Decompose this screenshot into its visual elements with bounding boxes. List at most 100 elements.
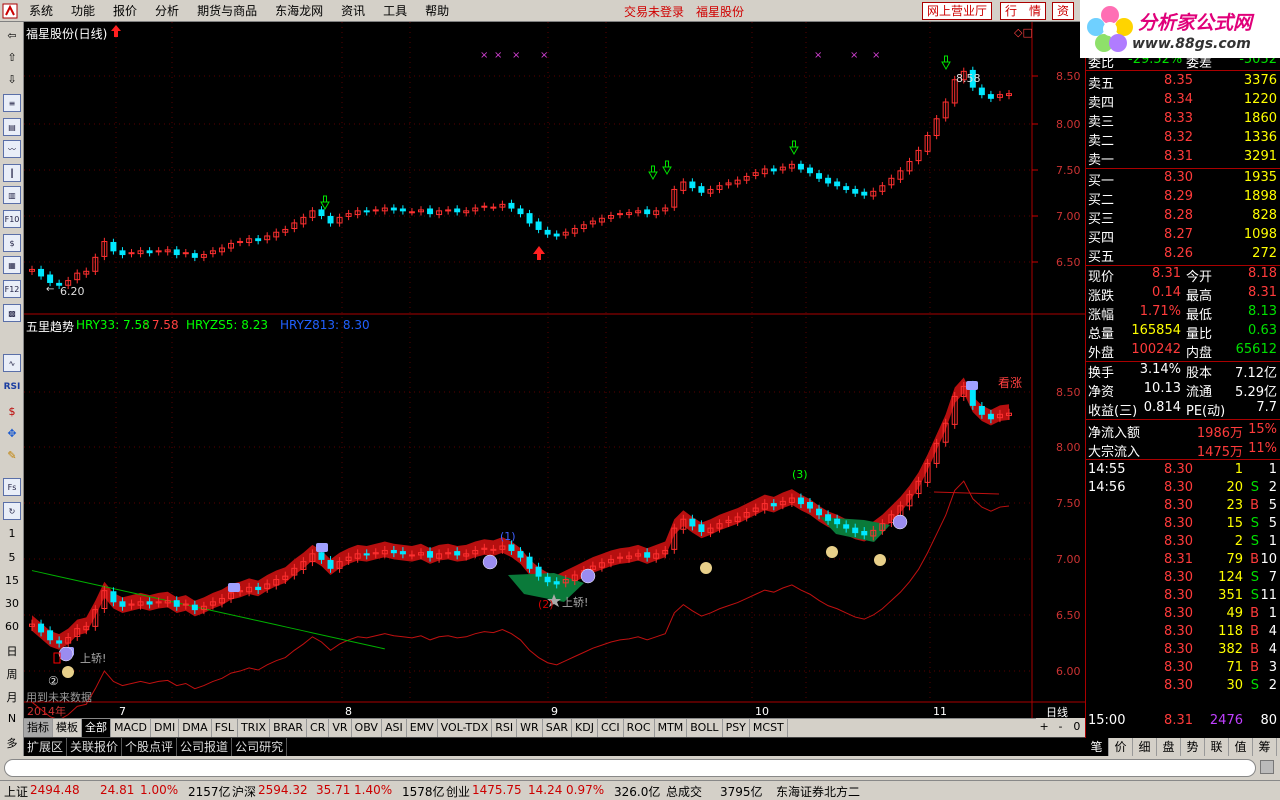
candle-body bbox=[408, 211, 415, 214]
period-5[interactable]: 5 bbox=[0, 551, 24, 564]
refresh-icon[interactable]: ↻ bbox=[3, 502, 21, 520]
tab-vr[interactable]: VR bbox=[329, 719, 352, 737]
subtab[interactable]: 公司研究 bbox=[232, 738, 288, 756]
tab-psy[interactable]: PSY bbox=[723, 719, 750, 737]
tab-指标[interactable]: 指标 bbox=[24, 719, 53, 737]
tab-trix[interactable]: TRIX bbox=[238, 719, 271, 737]
quote-button[interactable]: 行 情 bbox=[1000, 2, 1047, 20]
menu-news[interactable]: 资讯 bbox=[332, 0, 374, 22]
right-tab[interactable]: 联 bbox=[1205, 738, 1229, 756]
broker-label: 东海证券北方二 bbox=[776, 785, 861, 799]
tab-sar[interactable]: SAR bbox=[543, 719, 573, 737]
tab-roc[interactable]: ROC bbox=[624, 719, 655, 737]
period-1[interactable]: 1 bbox=[0, 527, 24, 540]
finance-icon[interactable]: $ bbox=[3, 234, 21, 252]
zoom-in-button[interactable]: + bbox=[1036, 718, 1052, 737]
back-arrow-icon[interactable]: ⇦ bbox=[3, 26, 21, 44]
tab-rsi[interactable]: RSI bbox=[492, 719, 518, 737]
indicator-tick-label: 7.50 bbox=[1056, 497, 1081, 510]
rsi-icon[interactable]: RSI bbox=[3, 378, 21, 396]
right-tab[interactable]: 盘 bbox=[1157, 738, 1181, 756]
ask-row-cell: 3376 bbox=[1243, 73, 1277, 88]
face-icon bbox=[580, 568, 596, 584]
minute-chart-icon[interactable]: 〰 bbox=[3, 140, 21, 158]
tick-row-cell: 8.30 bbox=[1164, 516, 1193, 531]
bar-chart-icon[interactable]: ▥ bbox=[3, 186, 21, 204]
online-hall-button[interactable]: 网上营业厅 bbox=[922, 2, 993, 20]
subtab[interactable]: 关联报价 bbox=[67, 738, 123, 756]
tick-row: 8.30 23 B 5 bbox=[1086, 498, 1280, 517]
pencil-icon[interactable]: ✎ bbox=[3, 446, 21, 464]
trade-login-link[interactable]: 交易未登录 bbox=[624, 3, 684, 20]
grid-icon[interactable]: ▩ bbox=[3, 304, 21, 322]
menu-quote[interactable]: 报价 bbox=[104, 0, 146, 22]
tab-dma[interactable]: DMA bbox=[179, 719, 212, 737]
period-month[interactable]: 月 bbox=[0, 689, 24, 705]
up-arrow-icon[interactable]: ⇧ bbox=[3, 48, 21, 66]
move-icon[interactable]: ✥ bbox=[3, 424, 21, 442]
menu-analysis[interactable]: 分析 bbox=[146, 0, 188, 22]
stock-name-link[interactable]: 福星股份 bbox=[696, 3, 744, 20]
period-multi[interactable]: 多 bbox=[0, 735, 24, 751]
tab-kdj[interactable]: KDJ bbox=[572, 719, 598, 737]
app-logo-icon[interactable] bbox=[0, 1, 20, 21]
tab-mcst[interactable]: MCST bbox=[750, 719, 788, 737]
menu-help[interactable]: 帮助 bbox=[416, 0, 458, 22]
period-day[interactable]: 日 bbox=[0, 643, 24, 659]
right-tab[interactable]: 细 bbox=[1133, 738, 1157, 756]
tab-cr[interactable]: CR bbox=[307, 719, 330, 737]
right-tab[interactable]: 筹 bbox=[1253, 738, 1277, 756]
wave-icon[interactable]: ∿ bbox=[3, 354, 21, 372]
candle-body bbox=[852, 188, 859, 194]
tab-模板[interactable]: 模板 bbox=[53, 719, 82, 737]
right-tab[interactable]: 值 bbox=[1229, 738, 1253, 756]
tab-全部[interactable]: 全部 bbox=[82, 719, 111, 737]
subtab[interactable]: 个股点评 bbox=[122, 738, 178, 756]
menu-tools[interactable]: 工具 bbox=[374, 0, 416, 22]
tab-asi[interactable]: ASI bbox=[382, 719, 407, 737]
dollar-icon[interactable]: $ bbox=[3, 402, 21, 420]
chart-mode-icon[interactable]: ◇□ bbox=[1014, 26, 1033, 39]
tab-brar[interactable]: BRAR bbox=[270, 719, 308, 737]
period-week[interactable]: 周 bbox=[0, 666, 24, 682]
tab-obv[interactable]: OBV bbox=[352, 719, 382, 737]
subtab[interactable]: 公司报道 bbox=[177, 738, 233, 756]
kline-chart-area[interactable]: 8.50 8.00 7.50 7.00 6.50 8.50 8.00 7.50 7.00 6.50… bbox=[24, 22, 1085, 719]
period-n[interactable]: N bbox=[0, 712, 24, 725]
zoom-reset-button[interactable]: 0 bbox=[1069, 718, 1085, 737]
right-tab[interactable]: 势 bbox=[1181, 738, 1205, 756]
menu-donghai[interactable]: 东海龙网 bbox=[266, 0, 332, 22]
period-60[interactable]: 60 bbox=[0, 620, 24, 633]
info-button[interactable]: 资 bbox=[1052, 2, 1075, 20]
f12-icon[interactable]: F12 bbox=[3, 280, 21, 298]
down-arrow-icon[interactable]: ⇩ bbox=[3, 70, 21, 88]
right-tab[interactable]: 价 bbox=[1109, 738, 1133, 756]
candle-body bbox=[770, 503, 777, 507]
period-15[interactable]: 15 bbox=[0, 574, 24, 587]
tab-macd[interactable]: MACD bbox=[111, 719, 151, 737]
list-icon[interactable]: ▤ bbox=[3, 118, 21, 136]
tab-wr[interactable]: WR bbox=[517, 719, 543, 737]
tab-mtm[interactable]: MTM bbox=[655, 719, 688, 737]
kline-chart-svg[interactable]: 8.50 8.00 7.50 7.00 6.50 8.50 8.00 7.50 7.00 6.50… bbox=[24, 22, 1085, 718]
tab-cci[interactable]: CCI bbox=[598, 719, 624, 737]
menu-function[interactable]: 功能 bbox=[62, 0, 104, 22]
tab-emv[interactable]: EMV bbox=[407, 719, 438, 737]
menu-system[interactable]: 系统 bbox=[20, 0, 62, 22]
subtab[interactable]: 扩展区 bbox=[24, 738, 68, 756]
right-tab[interactable]: 笔 bbox=[1085, 738, 1109, 756]
notebook-icon[interactable]: ▦ bbox=[3, 256, 21, 274]
tab-vol-tdx[interactable]: VOL-TDX bbox=[438, 719, 493, 737]
tab-dmi[interactable]: DMI bbox=[151, 719, 180, 737]
fs-icon[interactable]: Fs bbox=[3, 478, 21, 496]
command-input[interactable] bbox=[4, 759, 1256, 777]
f10-icon[interactable]: F10 bbox=[3, 210, 21, 228]
report-icon[interactable]: ≡ bbox=[3, 94, 21, 112]
menu-futures[interactable]: 期货与商品 bbox=[188, 0, 266, 22]
period-30[interactable]: 30 bbox=[0, 597, 24, 610]
tab-fsl[interactable]: FSL bbox=[212, 719, 238, 737]
kline-icon[interactable]: ┃ bbox=[3, 164, 21, 182]
zoom-out-button[interactable]: - bbox=[1052, 718, 1068, 737]
scroll-button[interactable] bbox=[1260, 760, 1274, 774]
tab-boll[interactable]: BOLL bbox=[687, 719, 723, 737]
